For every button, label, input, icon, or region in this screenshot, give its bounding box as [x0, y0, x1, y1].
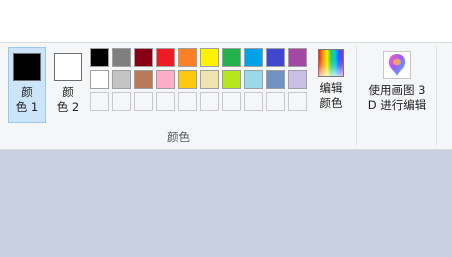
custom-color-slot[interactable]	[244, 92, 263, 111]
color-2-label: 颜 色 2	[56, 85, 80, 114]
palette-swatch[interactable]	[112, 70, 131, 89]
custom-color-slot[interactable]	[222, 92, 241, 111]
custom-color-slot[interactable]	[266, 92, 285, 111]
palette-swatch[interactable]	[288, 48, 307, 67]
color-1-swatch	[13, 53, 41, 81]
palette-swatch[interactable]	[222, 48, 241, 67]
palette-swatch[interactable]	[244, 48, 263, 67]
color-2-button[interactable]: 颜 色 2	[49, 47, 87, 123]
palette-swatch[interactable]	[266, 48, 285, 67]
palette-swatch[interactable]	[178, 48, 197, 67]
custom-color-slot[interactable]	[134, 92, 153, 111]
palette-swatch[interactable]	[200, 70, 219, 89]
group-divider	[356, 47, 357, 145]
palette-swatch[interactable]	[156, 48, 175, 67]
palette-swatch[interactable]	[90, 48, 109, 67]
edit-with-paint3d-button[interactable]: 使用画图 3 D 进行编辑	[362, 47, 432, 113]
color-2-swatch	[54, 53, 82, 81]
paint3d-label: 使用画图 3 D 进行编辑	[367, 83, 427, 112]
color-1-label: 颜 色 1	[15, 85, 39, 114]
paint-3d-icon	[383, 51, 411, 79]
edit-colors-label: 编辑 颜色	[319, 81, 343, 110]
canvas-top-area	[0, 0, 452, 42]
palette-swatch[interactable]	[178, 70, 197, 89]
edit-colors-button[interactable]: 编辑 颜色	[313, 47, 349, 111]
group-divider	[436, 47, 437, 145]
palette-swatch[interactable]	[288, 70, 307, 89]
palette-swatch[interactable]	[222, 70, 241, 89]
palette-swatch[interactable]	[134, 70, 153, 89]
palette-swatch[interactable]	[134, 48, 153, 67]
palette-swatch[interactable]	[244, 70, 263, 89]
palette-swatch[interactable]	[266, 70, 285, 89]
palette-swatch[interactable]	[200, 48, 219, 67]
color-1-button[interactable]: 颜 色 1	[8, 47, 46, 123]
custom-color-slot[interactable]	[178, 92, 197, 111]
ribbon-panel: 颜 色 1 颜 色 2 编辑 颜色 使用画图 3 D 进行编辑 颜色	[0, 42, 452, 150]
custom-color-slot[interactable]	[90, 92, 109, 111]
palette-swatch[interactable]	[90, 70, 109, 89]
colors-group-label: 颜色	[167, 130, 190, 144]
color-palette	[90, 48, 307, 111]
custom-color-slot[interactable]	[288, 92, 307, 111]
paint-3d-logo	[388, 54, 406, 76]
custom-color-slot[interactable]	[112, 92, 131, 111]
rainbow-gradient-icon	[318, 49, 344, 77]
palette-swatch[interactable]	[156, 70, 175, 89]
custom-color-slot[interactable]	[200, 92, 219, 111]
palette-swatch[interactable]	[112, 48, 131, 67]
custom-color-slot[interactable]	[156, 92, 175, 111]
